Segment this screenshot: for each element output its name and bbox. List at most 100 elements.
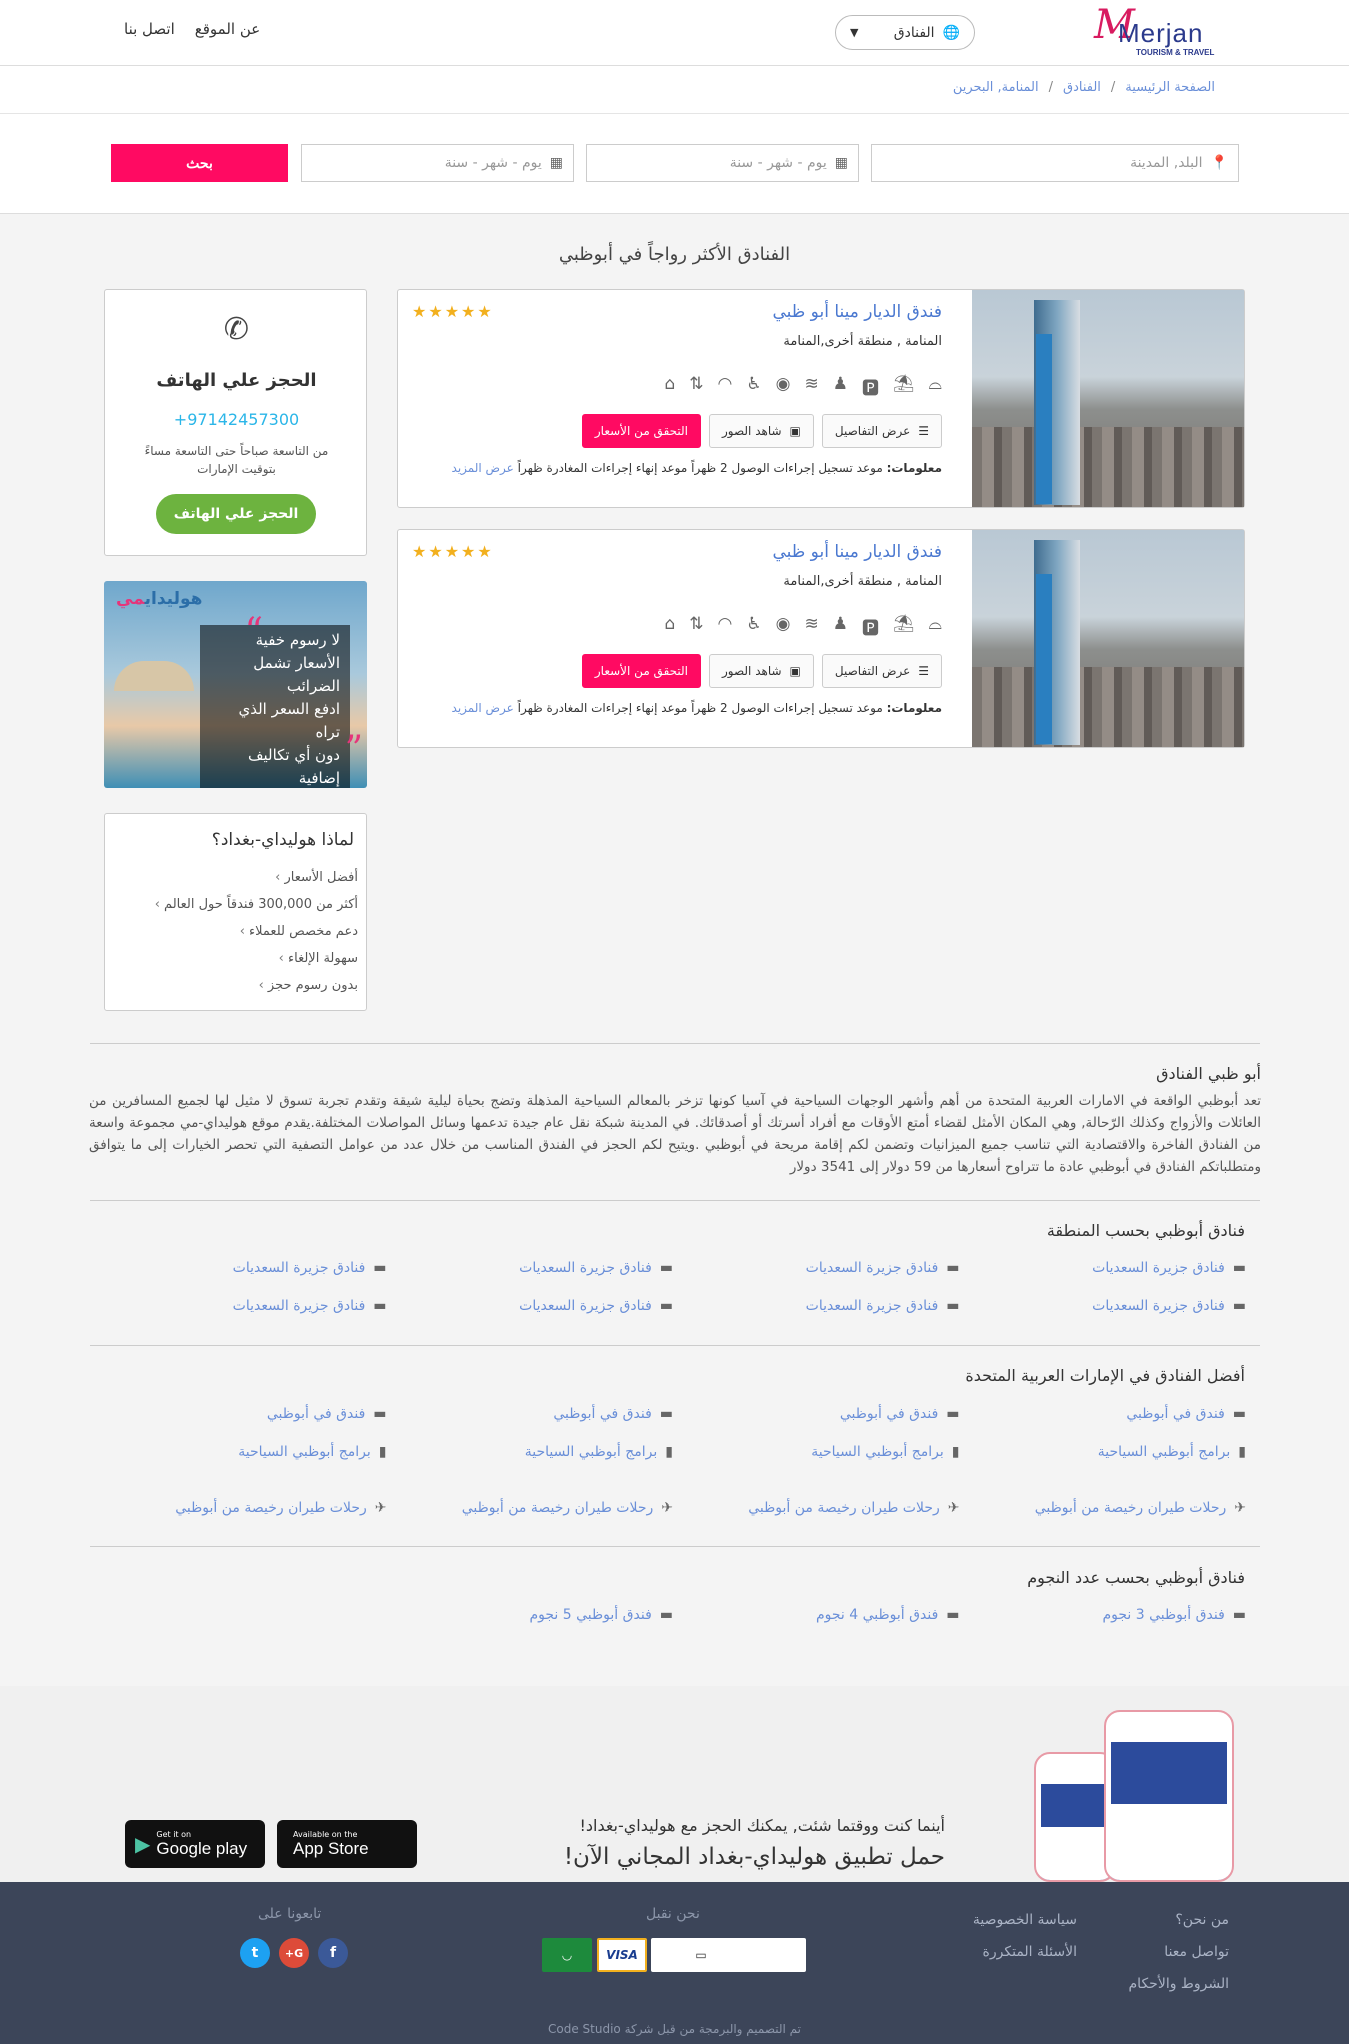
suitcase-icon: ▮: [1238, 1444, 1246, 1460]
site-footer: من نحن؟ تواصل معنا الشروط والأحكام سياسة…: [0, 1882, 1349, 2044]
nav-about[interactable]: عن الموقع: [195, 20, 260, 38]
flight-link[interactable]: ✈ رحلات طيران رخيصة من أبوظبي: [100, 1489, 386, 1527]
beach-icon: ⛱: [892, 374, 915, 394]
footer-link-terms[interactable]: الشروط والأحكام: [1129, 1968, 1229, 2000]
facebook-icon[interactable]: f: [318, 1938, 348, 1968]
logo-subtitle: TOURISM & TRAVEL: [1136, 48, 1215, 57]
footer-link-privacy[interactable]: سياسة الخصوصية: [973, 1904, 1077, 1936]
destination-input[interactable]: 📍 البلد, المدينة: [871, 144, 1239, 182]
tour-link[interactable]: ▮ برامج أبوظبي السياحية: [387, 1433, 673, 1471]
parking-icon: 🅿: [861, 619, 879, 639]
details-button[interactable]: ☰ عرض التفاصيل: [821, 414, 942, 448]
hotel-city-link[interactable]: ▬ فندق في أبوظبي: [100, 1395, 387, 1433]
bed-icon: ▬: [1232, 1406, 1246, 1422]
about-title: أبو ظبي الفنادق: [1156, 1064, 1261, 1083]
logo[interactable]: M Merjan TOURISM & TRAVEL: [1094, 2, 1224, 58]
hotel-city-link[interactable]: ▬ فندق في أبوظبي: [960, 1395, 1246, 1433]
footer-link-contact[interactable]: تواصل معنا: [1129, 1936, 1229, 1968]
list-icon: ☰: [918, 664, 929, 678]
best-uae-flights: ✈ رحلات طيران رخيصة من أبوظبي ✈ رحلات طيرا…: [100, 1489, 1246, 1527]
footer-link-faq[interactable]: الأسئلة المتكررة: [973, 1936, 1077, 1968]
hotel-location: المنامة , منطقة أخرى,المنامة: [783, 574, 942, 589]
tour-link[interactable]: ▮ برامج أبوظبي السياحية: [100, 1433, 386, 1471]
check-prices-button[interactable]: التحقق من الأسعار: [581, 414, 701, 448]
hotels-dropdown[interactable]: 🌐 الفنادق ▼: [835, 15, 975, 50]
wifi-icon: ◠: [717, 614, 733, 634]
by-stars-links: ▬ فندق أبوظبي 3 نجوم ▬ فندق أبوظبي 4 نجوم …: [100, 1596, 1246, 1634]
breadcrumb-city[interactable]: المنامة, البحرين: [953, 80, 1039, 95]
quote-close-icon: ”: [344, 729, 363, 770]
phone-number[interactable]: +97142457300: [105, 410, 368, 429]
bed-icon: ▬: [1232, 1298, 1246, 1314]
hotel-actions: ☰ عرض التفاصيل ▣ شاهد الصور التحقق من الأس…: [581, 414, 942, 448]
photos-button[interactable]: ▣ شاهد الصور: [709, 654, 814, 688]
photos-button[interactable]: ▣ شاهد الصور: [709, 414, 814, 448]
visa-icon: VISA: [597, 1938, 647, 1972]
checkout-input[interactable]: ▦ يوم - شهر - سنة: [301, 144, 574, 182]
area-link[interactable]: ▬ فنادق جزيرة السعديات: [387, 1287, 673, 1325]
area-link[interactable]: ▬ فنادق جزيرة السعديات: [100, 1249, 387, 1287]
app-headline: حمل تطبيق هوليداي-بغداد المجاني الآن!: [563, 1844, 945, 1870]
promo-brand: هوليدايمي: [116, 589, 203, 609]
amenities: ⌓ ⛱ 🅿 ♟ ≋ ◉ ♿ ◠ ⇅ ⌂: [664, 374, 942, 399]
stars-link[interactable]: ▬ فندق أبوظبي 4 نجوم: [673, 1596, 960, 1634]
tour-link[interactable]: ▮ برامج أبوظبي السياحية: [960, 1433, 1246, 1471]
check-prices-button[interactable]: التحقق من الأسعار: [581, 654, 701, 688]
footer-credit: تم التصميم والبرمجة من قبل شركة Code Stu…: [547, 2022, 801, 2036]
google-play-button[interactable]: ▶ Get it on Google play: [125, 1820, 265, 1868]
bed-icon: ▬: [373, 1260, 387, 1276]
star-rating: ★★★★★: [412, 302, 494, 321]
flight-link[interactable]: ✈ رحلات طيران رخيصة من أبوظبي: [960, 1489, 1246, 1527]
accessible-icon: ♿: [746, 374, 762, 394]
flight-link[interactable]: ✈ رحلات طيران رخيصة من أبوظبي: [673, 1489, 959, 1527]
elevator-icon: ⇅: [689, 374, 704, 394]
bed-icon: ▬: [659, 1298, 673, 1314]
area-link[interactable]: ▬ فنادق جزيرة السعديات: [673, 1287, 960, 1325]
phone-booking-button[interactable]: الحجز علي الهاتف: [156, 494, 316, 534]
bed-icon: ▬: [659, 1260, 673, 1276]
details-button[interactable]: ☰ عرض التفاصيل: [821, 654, 942, 688]
laundry-icon: ⌂: [664, 374, 676, 394]
stars-link[interactable]: ▬ فندق أبوظبي 5 نجوم: [387, 1596, 673, 1634]
breadcrumb-hotels[interactable]: الفنادق: [1063, 80, 1101, 95]
amenities: ⌓ ⛱ 🅿 ♟ ≋ ◉ ♿ ◠ ⇅ ⌂: [664, 614, 942, 639]
breadcrumb: الصفحة الرئيسية / الفنادق / المنامة, الب…: [952, 80, 1215, 95]
area-link[interactable]: ▬ فنادق جزيرة السعديات: [673, 1249, 960, 1287]
hotel-photo[interactable]: [972, 290, 1244, 507]
promo-banner[interactable]: هوليدايمي “ لا رسوم خفية الأسعار تشمل ال…: [104, 581, 367, 788]
breadcrumb-home[interactable]: الصفحة الرئيسية: [1125, 80, 1215, 95]
hotel-name[interactable]: فندق الديار مينا أبو ظبي: [772, 302, 942, 322]
show-more-link[interactable]: عرض المزيد: [452, 701, 514, 715]
flight-link[interactable]: ✈ رحلات طيران رخيصة من أبوظبي: [387, 1489, 673, 1527]
why-us-title: لماذا هوليداي-بغداد؟: [211, 830, 354, 850]
app-promo-section: أينما كنت ووقتما شئت, يمكنك الحجز مع هول…: [0, 1686, 1349, 1882]
image-icon: ▣: [789, 424, 801, 438]
tour-link[interactable]: ▮ برامج أبوظبي السياحية: [673, 1433, 959, 1471]
checkin-input[interactable]: ▦ يوم - شهر - سنة: [586, 144, 859, 182]
calendar-icon: ▦: [834, 155, 848, 171]
area-link[interactable]: ▬ فنادق جزيرة السعديات: [100, 1287, 387, 1325]
twitter-icon[interactable]: t: [240, 1938, 270, 1968]
hotel-city-link[interactable]: ▬ فندق في أبوظبي: [673, 1395, 960, 1433]
restaurant-icon: ◉: [775, 614, 791, 634]
concierge-icon: ♟: [832, 374, 848, 394]
area-link[interactable]: ▬ فنادق جزيرة السعديات: [387, 1249, 673, 1287]
show-more-link[interactable]: عرض المزيد: [452, 461, 514, 475]
concierge-icon: ♟: [832, 614, 848, 634]
area-link[interactable]: ▬ فنادق جزيرة السعديات: [960, 1249, 1246, 1287]
hotel-photo[interactable]: [972, 530, 1244, 747]
play-icon: ▶: [135, 1832, 151, 1856]
hotel-city-link[interactable]: ▬ فندق في أبوظبي: [387, 1395, 673, 1433]
calendar-icon: ▦: [549, 155, 563, 171]
footer-follow-title: تابعونا على: [258, 1906, 322, 1922]
footer-link-about[interactable]: من نحن؟: [1129, 1904, 1229, 1936]
hotel-name[interactable]: فندق الديار مينا أبو ظبي: [772, 542, 942, 562]
hotel-card: فندق الديار مينا أبو ظبي ★★★★★ المنامة ,…: [397, 289, 1245, 508]
stars-link[interactable]: ▬ فندق أبوظبي 3 نجوم: [960, 1596, 1246, 1634]
app-store-button[interactable]: Available on the App Store: [277, 1820, 417, 1868]
google-plus-icon[interactable]: G+: [279, 1938, 309, 1968]
room-service-icon: ⌓: [928, 374, 942, 394]
search-button[interactable]: بحث: [111, 144, 288, 182]
area-link[interactable]: ▬ فنادق جزيرة السعديات: [960, 1287, 1246, 1325]
nav-contact[interactable]: اتصل بنا: [124, 20, 175, 38]
